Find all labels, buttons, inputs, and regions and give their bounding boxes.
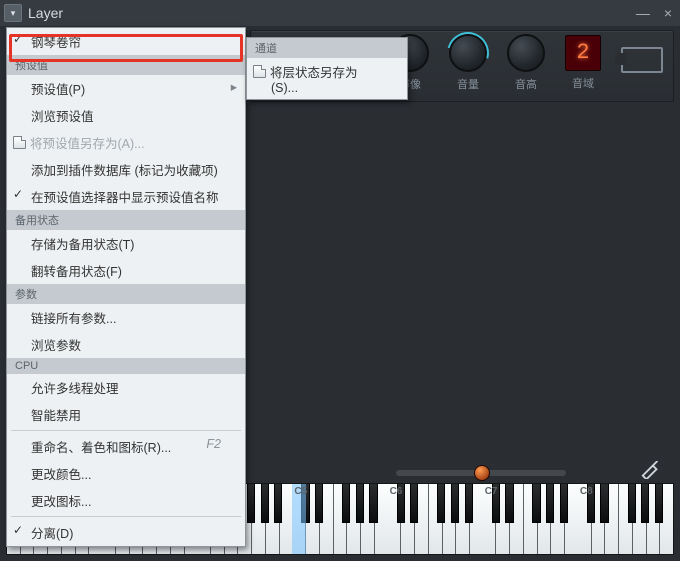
black-key[interactable] — [532, 484, 540, 523]
menu-smart-disable[interactable]: 智能禁用 — [7, 401, 245, 428]
crossfade-slider[interactable] — [396, 470, 566, 476]
menu-detach[interactable]: ✓分离(D) — [7, 519, 245, 546]
black-key[interactable] — [274, 484, 282, 523]
octave[interactable]: C7 — [483, 484, 578, 554]
menu-section-preset: 预设值 — [7, 55, 245, 75]
minimize-button[interactable]: — — [636, 5, 650, 21]
black-key[interactable] — [641, 484, 649, 523]
menu-flip-backup[interactable]: 翻转备用状态(F) — [7, 257, 245, 284]
octave[interactable]: C5 — [292, 484, 387, 554]
titlebar-menu-button[interactable]: ▾ — [4, 4, 22, 22]
slider-handle[interactable] — [474, 465, 490, 481]
pitch-knob[interactable] — [507, 34, 545, 72]
black-key[interactable] — [465, 484, 473, 523]
menu-browse-params[interactable]: 浏览参数 — [7, 331, 245, 358]
menu-allow-multithread[interactable]: 允许多线程处理 — [7, 374, 245, 401]
menu-save-preset-as[interactable]: 将预设值另存为(A)... — [7, 129, 245, 156]
close-button[interactable]: × — [664, 5, 672, 21]
black-key[interactable] — [356, 484, 364, 523]
black-key[interactable] — [451, 484, 459, 523]
patch-icon[interactable] — [621, 47, 663, 73]
black-key[interactable] — [437, 484, 445, 523]
range-display[interactable]: 2 — [565, 35, 601, 71]
octave[interactable]: C6 — [388, 484, 483, 554]
main-context-menu: ✓ 钢琴卷帘 预设值 预设值(P) 浏览预设值 将预设值另存为(A)... 添加… — [6, 27, 246, 547]
black-key[interactable] — [261, 484, 269, 523]
black-key[interactable] — [369, 484, 377, 523]
black-key[interactable] — [397, 484, 405, 523]
black-key[interactable] — [600, 484, 608, 523]
brush-icon[interactable] — [640, 461, 662, 479]
menu-browse-presets[interactable]: 浏览预设值 — [7, 102, 245, 129]
window-title: Layer — [28, 5, 63, 21]
black-key[interactable] — [560, 484, 568, 523]
check-icon: ✓ — [13, 187, 23, 201]
black-key[interactable] — [410, 484, 418, 523]
menu-section-cpu: CPU — [7, 358, 245, 374]
channel-submenu: 通道 将层状态另存为(S)... — [246, 37, 408, 100]
octave[interactable]: C8 — [578, 484, 673, 554]
black-key[interactable] — [655, 484, 663, 523]
menu-section-backup: 备用状态 — [7, 210, 245, 230]
submenu-section-channel: 通道 — [247, 38, 407, 58]
black-key[interactable] — [315, 484, 323, 523]
menu-piano-roll[interactable]: ✓ 钢琴卷帘 — [7, 28, 245, 55]
black-key[interactable] — [342, 484, 350, 523]
menu-rename-color-icon[interactable]: 重命名、着色和图标(R)...F2 — [7, 433, 245, 460]
pitch-label: 音高 — [507, 76, 545, 92]
menu-link-all-params[interactable]: 链接所有参数... — [7, 304, 245, 331]
menu-preset[interactable]: 预设值(P) — [7, 75, 245, 102]
volume-label: 音量 — [449, 76, 487, 92]
menu-change-color[interactable]: 更改颜色... — [7, 460, 245, 487]
black-key[interactable] — [247, 484, 255, 523]
menu-change-icon[interactable]: 更改图标... — [7, 487, 245, 514]
check-icon: ✓ — [13, 32, 23, 46]
black-key[interactable] — [505, 484, 513, 523]
black-key[interactable] — [492, 484, 500, 523]
black-key[interactable] — [546, 484, 554, 523]
menu-section-params: 参数 — [7, 284, 245, 304]
menu-add-to-plugin-db[interactable]: 添加到插件数据库 (标记为收藏项) — [7, 156, 245, 183]
file-icon — [13, 136, 26, 149]
file-icon — [253, 65, 266, 78]
menu-store-backup[interactable]: 存储为备用状态(T) — [7, 230, 245, 257]
check-icon: ✓ — [13, 523, 23, 537]
black-key[interactable] — [628, 484, 636, 523]
submenu-save-layer-state[interactable]: 将层状态另存为(S)... — [247, 58, 407, 99]
black-key[interactable] — [587, 484, 595, 523]
volume-knob[interactable] — [449, 34, 487, 72]
menu-show-preset-name[interactable]: ✓在预设值选择器中显示预设值名称 — [7, 183, 245, 210]
black-key[interactable] — [301, 484, 309, 523]
range-label: 音域 — [565, 75, 601, 91]
